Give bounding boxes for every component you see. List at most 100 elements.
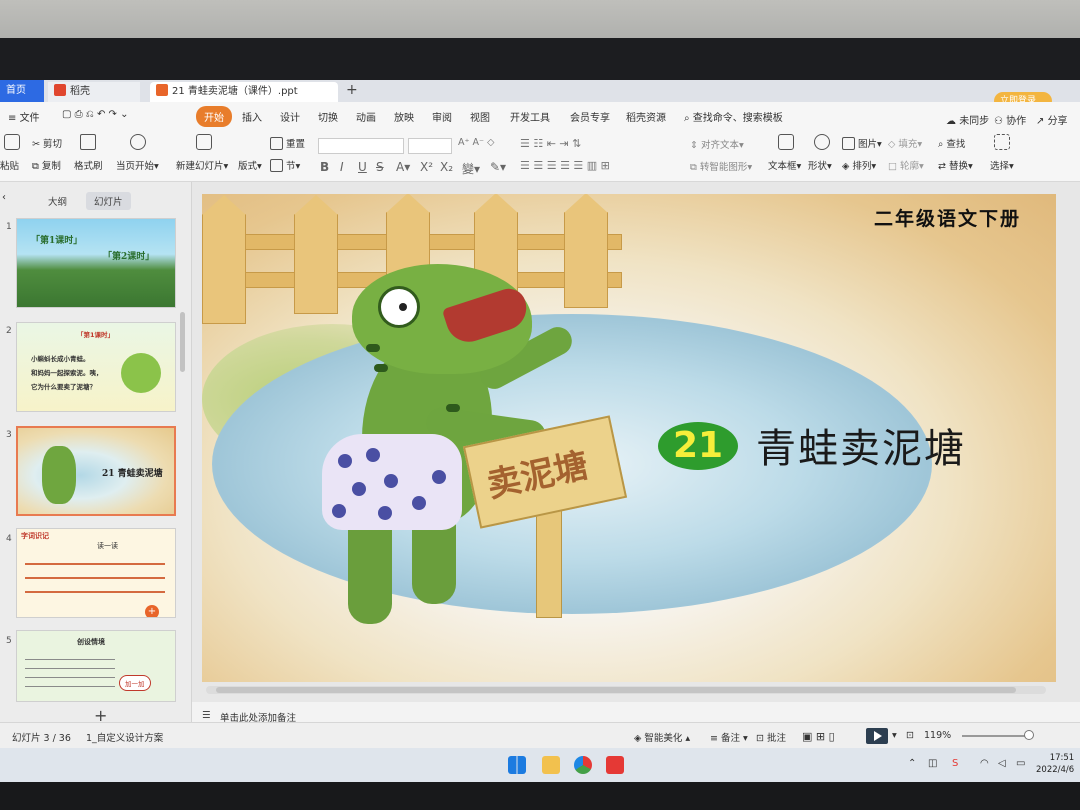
fit-window-icon[interactable]: ⊡ xyxy=(906,730,914,741)
command-search[interactable]: ⌕ 查找命令、搜索模板 xyxy=(684,109,783,124)
tab-outline[interactable]: 大纲 xyxy=(40,192,75,210)
share-button[interactable]: ↗ 分享 xyxy=(1036,112,1068,127)
copy-button[interactable]: ⧉ 复制 xyxy=(32,158,61,172)
comments-toggle[interactable]: ⊡ 批注 xyxy=(756,730,786,744)
tab-document[interactable]: 21 青蛙卖泥塘（课件）.ppt xyxy=(150,82,338,102)
slide-thumbnail-4[interactable]: 字词识记 读一读 + xyxy=(16,528,176,618)
replace-button[interactable]: ⇄ 替换▾ xyxy=(938,158,973,172)
battery-icon[interactable]: ▭ xyxy=(1016,758,1025,769)
section-button[interactable]: 节▾ xyxy=(270,158,300,172)
font-size-buttons[interactable]: A⁺ A⁻ ◇ xyxy=(458,137,494,148)
notes-toggle[interactable]: ≡ 备注 ▾ xyxy=(710,730,748,744)
align-buttons[interactable]: ☰ ☰ ☰ ☰ ☰ ▥ ⊞ xyxy=(520,159,610,172)
layout-button[interactable]: 版式▾ xyxy=(238,158,262,172)
file-explorer-icon[interactable] xyxy=(542,756,560,774)
shape-button[interactable]: 形状▾ xyxy=(808,158,832,172)
font-size-select[interactable] xyxy=(408,138,452,154)
textbox-button[interactable]: 文本框▾ xyxy=(768,158,801,172)
frog-stripe xyxy=(366,344,380,352)
menu-transition[interactable]: 切换 xyxy=(318,109,338,124)
slide-number: 1 xyxy=(6,222,12,232)
lesson-number-badge: 21 xyxy=(658,422,738,470)
zoom-slider-handle[interactable] xyxy=(1024,730,1034,740)
cut-button[interactable]: ✂ 剪切 xyxy=(32,136,62,150)
bold-button[interactable]: B xyxy=(320,160,329,174)
share-label: 分享 xyxy=(1047,116,1068,127)
thumb-label: 「第2课时」 xyxy=(103,252,155,262)
play-slideshow-button[interactable] xyxy=(866,728,888,744)
smart-shape-button[interactable]: ⧉ 转智能图形▾ xyxy=(690,159,752,173)
menu-docer-resources[interactable]: 稻壳资源 xyxy=(626,109,666,124)
slide-thumbnail-5[interactable]: 创设情境 加一加 xyxy=(16,630,176,702)
thumb-line: 它为什么要卖了泥塘？ xyxy=(31,383,96,391)
search-icon: ⌕ xyxy=(684,113,690,124)
fill-button[interactable]: ◇ 填充▾ xyxy=(888,136,922,150)
menu-insert[interactable]: 插入 xyxy=(242,109,262,124)
phonetic-button[interactable]: 變▾ xyxy=(462,160,480,177)
strikethrough-button[interactable]: S xyxy=(376,160,384,174)
play-menu-icon[interactable]: ▾ xyxy=(892,730,897,741)
font-family-select[interactable] xyxy=(318,138,404,154)
menu-slideshow[interactable]: 放映 xyxy=(394,109,414,124)
collapse-panel-icon[interactable]: ‹ xyxy=(2,192,6,203)
slide-thumbnail-3[interactable]: 21 青蛙卖泥塘 xyxy=(16,426,176,516)
quick-access-icons[interactable]: ▢ ⎙ ⎌ ↶ ↷ ⌄ xyxy=(62,109,128,120)
arrange-button[interactable]: ◈ 排列▾ xyxy=(842,158,876,172)
wps-icon[interactable] xyxy=(606,756,624,774)
find-button[interactable]: ⌕ 查找 xyxy=(938,136,965,150)
browser-icon[interactable] xyxy=(574,756,592,774)
font-color-button[interactable]: A▾ xyxy=(396,160,410,174)
tray-wps-icon[interactable]: S xyxy=(952,758,958,769)
slide-thumbnail-2[interactable]: 「第1课时」 小蝌蚪长成小青蛙。 和妈妈一起探索泥。咦， 它为什么要卖了泥塘？ xyxy=(16,322,176,412)
horizontal-scrollbar[interactable] xyxy=(206,686,1046,694)
menu-file[interactable]: ≡ 文件 xyxy=(8,109,40,124)
select-button[interactable]: 选择▾ xyxy=(990,158,1014,172)
layout-label: 版式 xyxy=(238,161,258,172)
menu-animation[interactable]: 动画 xyxy=(356,109,376,124)
tab-docer[interactable]: 稻壳 xyxy=(48,82,140,102)
menu-member[interactable]: 会员专享 xyxy=(570,109,610,124)
wifi-icon[interactable]: ◠ xyxy=(980,758,989,769)
zoom-level[interactable]: 119% xyxy=(924,730,951,741)
tray-app-icon[interactable]: ◫ xyxy=(928,758,937,769)
panel-scrollbar[interactable] xyxy=(180,312,185,372)
smart-beautify-button[interactable]: ◈ 智能美化 ▴ xyxy=(634,730,690,744)
theme-name[interactable]: 1_自定义设计方案 xyxy=(86,730,163,744)
collaborate-button[interactable]: ⚇ 协作 xyxy=(994,112,1026,127)
add-icon[interactable]: + xyxy=(145,605,159,617)
menu-home[interactable]: 开始 xyxy=(196,106,232,127)
system-clock[interactable]: 17:51 2022/4/6 xyxy=(1036,752,1074,776)
menu-design[interactable]: 设计 xyxy=(280,109,300,124)
zoom-slider[interactable] xyxy=(962,735,1032,737)
windows-start-icon[interactable] xyxy=(508,756,526,774)
tab-home[interactable]: 首页 xyxy=(0,80,44,102)
tray-expand-icon[interactable]: ⌃ xyxy=(908,758,916,769)
align-text-button[interactable]: ⇕ 对齐文本▾ xyxy=(690,137,744,151)
volume-icon[interactable]: ◁ xyxy=(998,758,1006,769)
italic-button[interactable]: I xyxy=(340,160,344,174)
comments-label: 批注 xyxy=(766,733,786,744)
tab-slides[interactable]: 幻灯片 xyxy=(86,192,131,210)
picture-button[interactable]: 图片▾ xyxy=(842,136,882,150)
outline-button[interactable]: □ 轮廓▾ xyxy=(888,158,924,172)
play-from-current-button[interactable]: 当页开始▾ xyxy=(116,158,159,172)
slide-thumbnail-1[interactable]: 「第1课时」 「第2课时」 xyxy=(16,218,176,308)
subscript-button[interactable]: X₂ xyxy=(440,160,453,174)
new-tab-button[interactable]: + xyxy=(346,82,358,98)
reset-button[interactable]: 重置 xyxy=(270,136,305,150)
new-slide-button[interactable]: 新建幻灯片▾ xyxy=(176,158,228,172)
format-painter-button[interactable]: 格式刷 xyxy=(74,158,103,172)
menu-view[interactable]: 视图 xyxy=(470,109,490,124)
arrange-label: 排列 xyxy=(852,161,872,172)
menu-developer[interactable]: 开发工具 xyxy=(510,109,550,124)
current-slide[interactable]: 卖泥塘 二年级语文下册 21 青蛙卖泥塘 xyxy=(202,194,1056,682)
menu-review[interactable]: 审阅 xyxy=(432,109,452,124)
sync-status[interactable]: ☁ 未同步 xyxy=(946,112,989,127)
paste-button[interactable]: 粘贴 xyxy=(0,158,19,172)
superscript-button[interactable]: X² xyxy=(420,160,433,174)
highlight-button[interactable]: ✎▾ xyxy=(490,160,506,174)
list-buttons[interactable]: ☰ ☷ ⇤ ⇥ ⇅ xyxy=(520,137,581,150)
view-mode-icons[interactable]: ▣ ⊞ ▯ xyxy=(802,730,835,743)
underline-button[interactable]: U xyxy=(358,160,367,174)
menu-bar: ≡ 文件 ▢ ⎙ ⎌ ↶ ↷ ⌄ 开始 插入 设计 切换 动画 放映 审阅 视图… xyxy=(0,102,1080,130)
